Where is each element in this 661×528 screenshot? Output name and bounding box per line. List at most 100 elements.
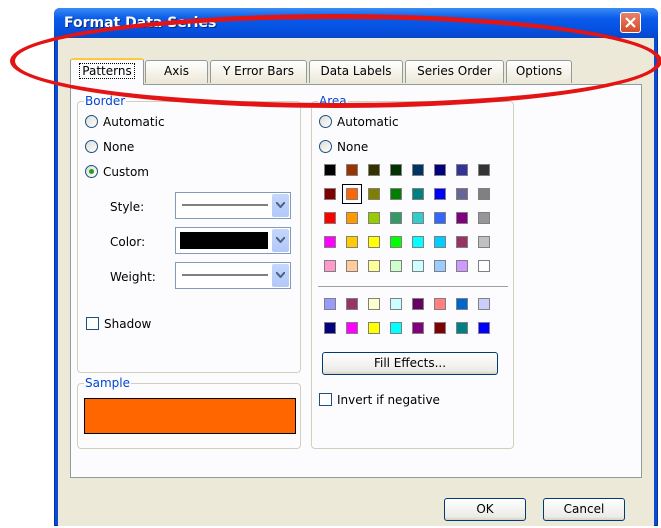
color-swatch[interactable]: [324, 322, 336, 334]
color-swatch[interactable]: [368, 322, 380, 334]
line-weight-preview: [182, 274, 268, 276]
area-group: Area Automatic None Fill Effects... Inve…: [311, 94, 514, 449]
tab-series-order[interactable]: Series Order: [405, 60, 504, 83]
color-swatch[interactable]: [434, 260, 446, 272]
window-title: Format Data Series: [64, 15, 217, 31]
border-custom-radio[interactable]: Custom: [85, 164, 205, 180]
border-none-radio[interactable]: None: [85, 139, 205, 155]
tab-strip: Patterns Axis Y Error Bars Data Labels S…: [58, 38, 654, 88]
color-swatch[interactable]: [478, 260, 490, 272]
color-swatch[interactable]: [390, 236, 402, 248]
color-swatch[interactable]: [412, 164, 424, 176]
weight-combo[interactable]: [175, 262, 291, 289]
color-swatch[interactable]: [412, 212, 424, 224]
color-swatch[interactable]: [434, 298, 446, 310]
color-swatch[interactable]: [324, 260, 336, 272]
color-swatch[interactable]: [478, 188, 490, 200]
color-swatch[interactable]: [324, 212, 336, 224]
style-dropdown-arrow[interactable]: [272, 194, 289, 217]
style-label: Style:: [110, 200, 145, 214]
weight-dropdown-arrow[interactable]: [272, 264, 289, 287]
line-style-preview: [182, 204, 268, 206]
color-swatch[interactable]: [456, 260, 468, 272]
color-swatch[interactable]: [434, 164, 446, 176]
color-swatch[interactable]: [478, 322, 490, 334]
area-group-title: Area: [318, 94, 348, 108]
color-swatch[interactable]: [390, 298, 402, 310]
chevron-down-icon: [276, 202, 285, 208]
sample-group: Sample: [77, 376, 301, 449]
tab-axis[interactable]: Axis: [145, 60, 208, 83]
style-combo[interactable]: [175, 192, 291, 219]
area-automatic-radio[interactable]: Automatic: [319, 114, 439, 130]
color-swatch[interactable]: [456, 322, 468, 334]
close-icon: [625, 17, 636, 28]
color-swatch[interactable]: [324, 188, 336, 200]
color-swatch[interactable]: [390, 260, 402, 272]
dialog-body: Patterns Axis Y Error Bars Data Labels S…: [58, 38, 654, 526]
color-dropdown-arrow[interactable]: [272, 229, 289, 252]
color-swatch[interactable]: [478, 212, 490, 224]
color-swatch[interactable]: [434, 212, 446, 224]
color-swatch[interactable]: [342, 184, 362, 204]
color-swatch[interactable]: [390, 212, 402, 224]
chevron-down-icon: [276, 237, 285, 243]
color-swatch[interactable]: [456, 164, 468, 176]
weight-label: Weight:: [110, 270, 156, 284]
color-swatch[interactable]: [324, 164, 336, 176]
tab-y-error-bars[interactable]: Y Error Bars: [210, 60, 307, 83]
color-swatch[interactable]: [346, 260, 358, 272]
color-swatch[interactable]: [390, 322, 402, 334]
color-swatch[interactable]: [324, 236, 336, 248]
color-swatch[interactable]: [368, 188, 380, 200]
color-swatch[interactable]: [324, 298, 336, 310]
color-swatch[interactable]: [368, 212, 380, 224]
border-group-title: Border: [84, 94, 127, 108]
color-swatch[interactable]: [390, 188, 402, 200]
color-swatch[interactable]: [434, 322, 446, 334]
color-swatch[interactable]: [346, 236, 358, 248]
color-swatch[interactable]: [456, 298, 468, 310]
border-automatic-radio[interactable]: Automatic: [85, 114, 205, 130]
close-button[interactable]: [620, 12, 641, 33]
color-swatch[interactable]: [346, 164, 358, 176]
border-group: Border Automatic None Custom Style: Colo…: [77, 94, 301, 373]
color-swatch[interactable]: [456, 188, 468, 200]
patterns-panel: Border Automatic None Custom Style: Colo…: [70, 84, 642, 478]
color-swatch[interactable]: [390, 164, 402, 176]
color-swatch[interactable]: [368, 164, 380, 176]
sample-group-title: Sample: [84, 376, 131, 390]
area-none-radio[interactable]: None: [319, 139, 439, 155]
cancel-button[interactable]: Cancel: [543, 498, 625, 521]
color-swatch[interactable]: [412, 188, 424, 200]
color-swatch[interactable]: [478, 236, 490, 248]
color-swatch[interactable]: [412, 322, 424, 334]
sample-preview: [84, 398, 296, 434]
color-swatch[interactable]: [346, 322, 358, 334]
title-bar[interactable]: Format Data Series: [54, 8, 658, 38]
fill-effects-button[interactable]: Fill Effects...: [322, 352, 498, 375]
tab-data-labels[interactable]: Data Labels: [309, 60, 403, 83]
color-swatch[interactable]: [434, 236, 446, 248]
color-swatch[interactable]: [368, 298, 380, 310]
color-swatch[interactable]: [434, 188, 446, 200]
color-swatch[interactable]: [412, 260, 424, 272]
color-swatch[interactable]: [412, 298, 424, 310]
color-swatch[interactable]: [456, 212, 468, 224]
ok-button[interactable]: OK: [444, 498, 526, 521]
color-swatch[interactable]: [346, 298, 358, 310]
shadow-checkbox[interactable]: Shadow: [86, 316, 186, 332]
color-swatch[interactable]: [456, 236, 468, 248]
color-swatch[interactable]: [346, 212, 358, 224]
tab-options[interactable]: Options: [506, 60, 572, 83]
color-swatch[interactable]: [478, 298, 490, 310]
tab-patterns[interactable]: Patterns: [70, 58, 144, 85]
color-swatch[interactable]: [368, 260, 380, 272]
color-preview: [180, 232, 268, 249]
color-swatch[interactable]: [412, 236, 424, 248]
color-swatch[interactable]: [478, 164, 490, 176]
color-swatch[interactable]: [368, 236, 380, 248]
format-data-series-dialog: Format Data Series Patterns Axis Y Error…: [54, 8, 658, 526]
invert-if-negative-checkbox[interactable]: Invert if negative: [319, 392, 499, 408]
color-combo[interactable]: [175, 227, 291, 254]
